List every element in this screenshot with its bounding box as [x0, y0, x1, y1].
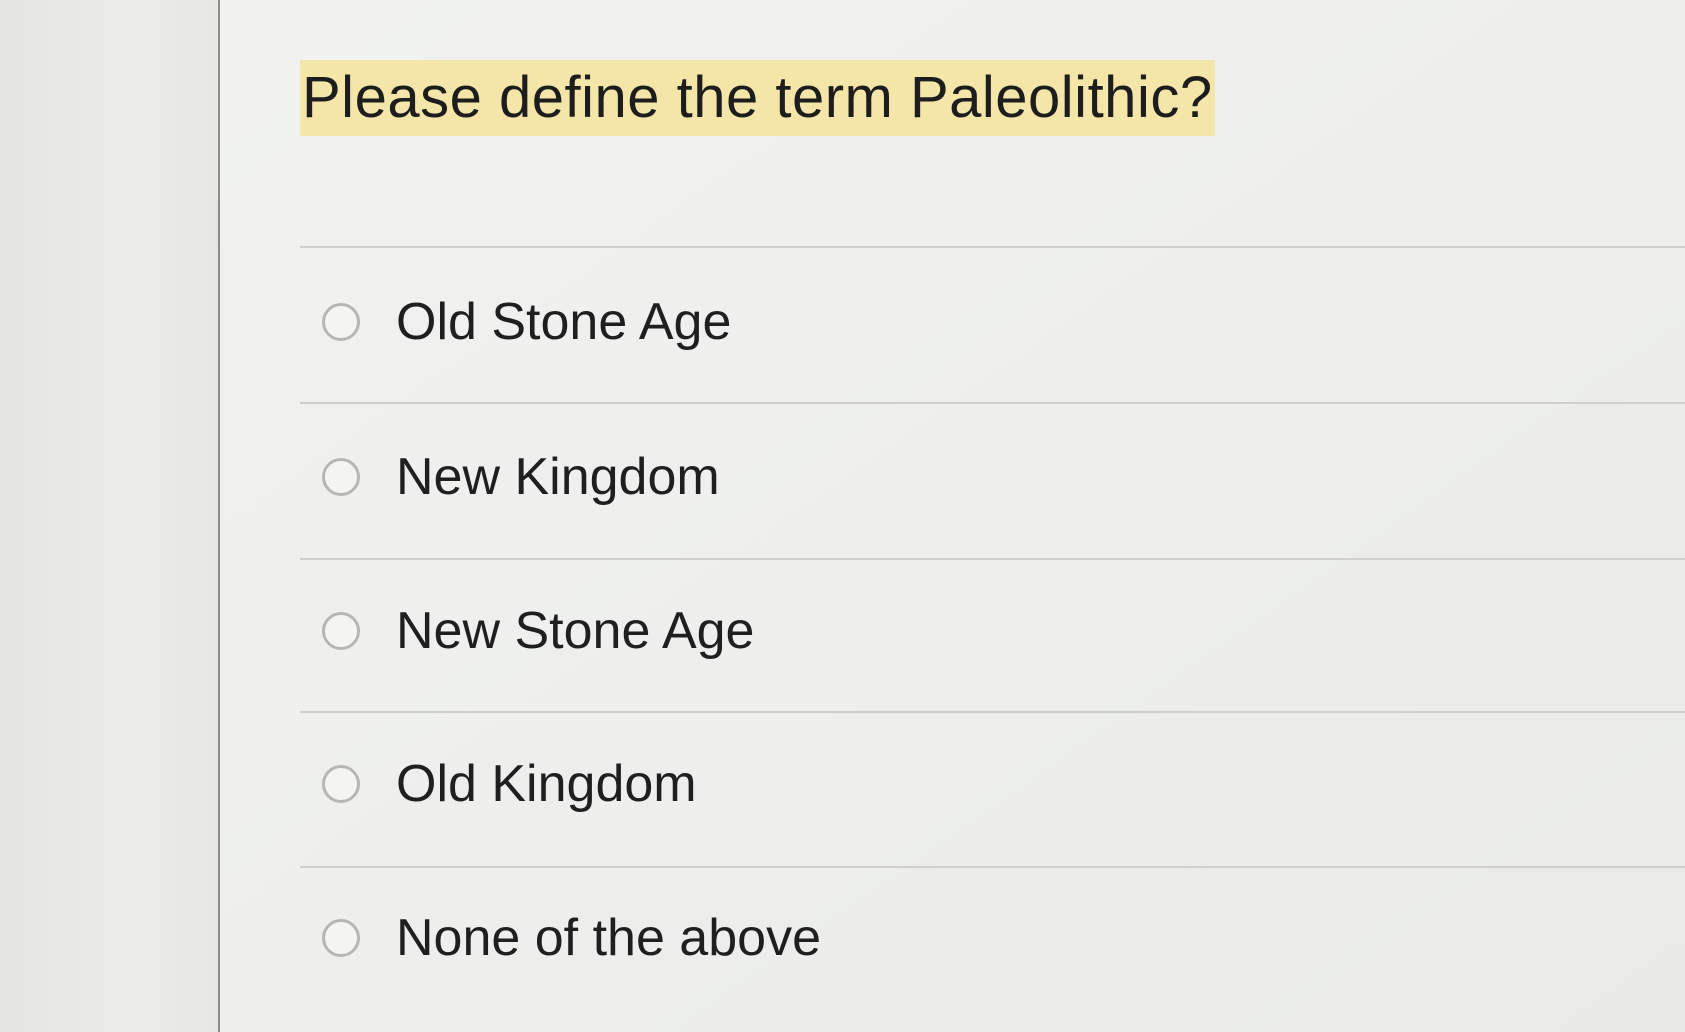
answer-option[interactable]: None of the above	[322, 903, 821, 973]
radio-button[interactable]	[322, 612, 360, 650]
radio-button[interactable]	[322, 458, 360, 496]
divider	[300, 711, 1685, 713]
answer-option[interactable]: New Kingdom	[322, 442, 720, 512]
answer-option[interactable]: Old Stone Age	[322, 287, 731, 357]
option-label: Old Kingdom	[396, 755, 697, 813]
divider	[300, 246, 1685, 248]
divider	[300, 402, 1685, 404]
option-label: Old Stone Age	[396, 293, 732, 351]
radio-button[interactable]	[322, 919, 360, 957]
radio-button[interactable]	[322, 303, 360, 341]
answer-option[interactable]: Old Kingdom	[322, 749, 697, 819]
left-panel	[0, 0, 218, 1032]
option-label: New Kingdom	[396, 448, 720, 506]
quiz-content-area	[220, 0, 1685, 1032]
question-text: Please define the term Paleolithic?	[300, 60, 1215, 136]
divider	[300, 866, 1685, 868]
divider	[300, 558, 1685, 560]
option-label: None of the above	[396, 909, 821, 967]
option-label: New Stone Age	[396, 602, 755, 660]
answer-option[interactable]: New Stone Age	[322, 596, 754, 666]
radio-button[interactable]	[322, 765, 360, 803]
